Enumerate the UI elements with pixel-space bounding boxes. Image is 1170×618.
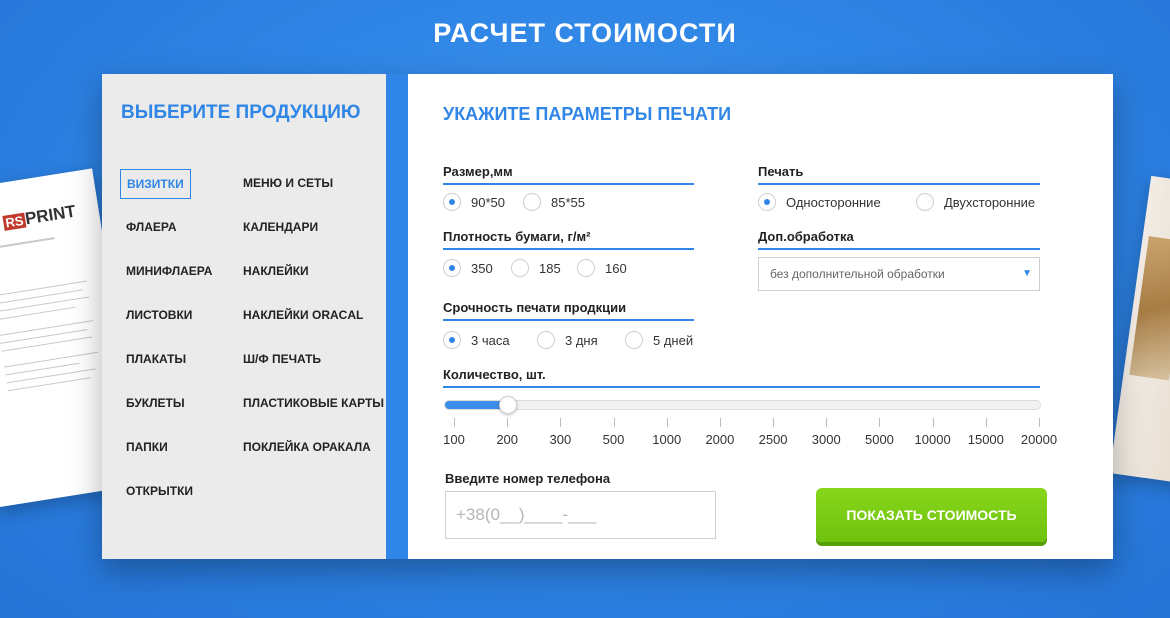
density-option-160[interactable]: 160 bbox=[577, 259, 627, 277]
print-logo: RSPRINT bbox=[2, 201, 78, 231]
decorative-paper-right bbox=[1109, 175, 1170, 485]
paper-text-line bbox=[0, 280, 87, 297]
urgency-option-3-days[interactable]: 3 дня bbox=[537, 331, 598, 349]
slider-tick-label: 1000 bbox=[652, 432, 682, 447]
print-parameters: УКАЖИТЕ ПАРАМЕТРЫ ПЕЧАТИ Размер,мм 90*50… bbox=[408, 74, 1113, 559]
slider-tick bbox=[826, 418, 828, 427]
slider-tick-label: 2000 bbox=[705, 432, 735, 447]
urgency-option-5-days[interactable]: 5 дней bbox=[625, 331, 693, 349]
product-item[interactable]: ПЛАСТИКОВЫЕ КАРТЫ bbox=[237, 389, 390, 417]
slider-tick bbox=[454, 418, 455, 427]
slider-handle[interactable] bbox=[499, 396, 518, 414]
print-option-double[interactable]: Двухсторонние bbox=[916, 193, 1035, 211]
quantity-slider[interactable] bbox=[444, 396, 1041, 414]
product-item[interactable]: МЕНЮ И СЕТЫ bbox=[237, 169, 339, 197]
radio-icon bbox=[443, 259, 461, 277]
slider-tick-label: 300 bbox=[549, 432, 572, 447]
radio-icon bbox=[511, 259, 529, 277]
product-item[interactable]: МИНИФЛАЕРА bbox=[120, 257, 218, 285]
density-option-185[interactable]: 185 bbox=[511, 259, 561, 277]
processing-selected-value: без дополнительной обработки bbox=[770, 267, 945, 281]
radio-icon bbox=[537, 331, 555, 349]
density-option-350[interactable]: 350 bbox=[443, 259, 493, 277]
radio-icon bbox=[577, 259, 595, 277]
slider-tick-label: 500 bbox=[602, 432, 625, 447]
radio-icon bbox=[758, 193, 776, 211]
product-item[interactable]: КАЛЕНДАРИ bbox=[237, 213, 324, 241]
urgency-option-3-hours[interactable]: 3 часа bbox=[443, 331, 510, 349]
urgency-label: Срочность печати продкции bbox=[443, 300, 694, 321]
product-item[interactable]: Ш/Ф ПЕЧАТЬ bbox=[237, 345, 327, 373]
slider-tick-label: 20000 bbox=[1020, 432, 1058, 447]
sidebar-title: ВЫБЕРИТЕ ПРОДУКЦИЮ bbox=[121, 102, 361, 123]
paper-text-line bbox=[0, 296, 90, 313]
paper-text-line bbox=[1, 336, 93, 352]
phone-input[interactable] bbox=[445, 491, 716, 539]
product-item[interactable]: ПОКЛЕЙКА ОРАКАЛА bbox=[237, 433, 377, 461]
calculator-panel: ВЫБЕРИТЕ ПРОДУКЦИЮ ВИЗИТКИ МЕНЮ И СЕТЫ ФЛА… bbox=[102, 74, 1113, 559]
product-item[interactable]: БУКЛЕТЫ bbox=[120, 389, 191, 417]
slider-tick-label: 200 bbox=[496, 432, 519, 447]
slider-tick bbox=[985, 418, 987, 427]
paper-photo bbox=[1129, 236, 1170, 381]
slider-tick bbox=[560, 418, 562, 427]
paper-text-line bbox=[0, 320, 93, 336]
slider-tick bbox=[932, 418, 934, 427]
slider-tick bbox=[666, 418, 668, 427]
slider-tick bbox=[879, 418, 881, 427]
paper-text-line bbox=[3, 351, 98, 368]
density-label: Плотность бумаги, г/м² bbox=[443, 229, 694, 250]
main-title: УКАЖИТЕ ПАРАМЕТРЫ ПЕЧАТИ bbox=[443, 104, 731, 124]
product-item[interactable]: ПАПКИ bbox=[120, 433, 174, 461]
size-label: Размер,мм bbox=[443, 164, 694, 185]
processing-select[interactable]: без дополнительной обработки ▼ bbox=[758, 257, 1040, 291]
processing-label: Доп.обработка bbox=[758, 229, 1040, 250]
slider-tick bbox=[1039, 418, 1040, 427]
size-option-90x50[interactable]: 90*50 bbox=[443, 193, 505, 211]
phone-label: Введите номер телефона bbox=[445, 471, 611, 486]
page-title: РАСЧЕТ СТОИМОСТИ bbox=[433, 18, 737, 48]
product-item[interactable]: ВИЗИТКИ bbox=[120, 169, 191, 199]
slider-tick bbox=[507, 418, 509, 427]
radio-icon bbox=[523, 193, 541, 211]
slider-tick-label: 2500 bbox=[758, 432, 788, 447]
caret-down-icon: ▼ bbox=[1022, 268, 1032, 279]
show-price-button[interactable]: ПОКАЗАТЬ СТОИМОСТЬ bbox=[816, 488, 1047, 542]
radio-icon bbox=[443, 193, 461, 211]
product-item[interactable]: ПЛАКАТЫ bbox=[120, 345, 192, 373]
print-label: Печать bbox=[758, 164, 1040, 185]
slider-tick bbox=[613, 418, 615, 427]
radio-icon bbox=[443, 331, 461, 349]
product-item[interactable]: ОТКРЫТКИ bbox=[120, 477, 199, 505]
paper-text-line bbox=[6, 368, 96, 384]
paper-text-line bbox=[0, 237, 55, 251]
radio-icon bbox=[625, 331, 643, 349]
slider-tick-label: 3000 bbox=[811, 432, 841, 447]
size-option-85x55[interactable]: 85*55 bbox=[523, 193, 585, 211]
product-item[interactable]: ЛИСТОВКИ bbox=[120, 301, 198, 329]
slider-tick-label: 10000 bbox=[914, 432, 951, 447]
product-item[interactable]: ФЛАЕРА bbox=[120, 213, 183, 241]
slider-tick bbox=[773, 418, 775, 427]
slider-tick bbox=[719, 418, 721, 427]
radio-icon bbox=[916, 193, 934, 211]
product-item[interactable]: НАКЛЕЙКИ bbox=[237, 257, 315, 285]
quantity-label: Количество, шт. bbox=[443, 367, 1040, 388]
slider-tick-label: 15000 bbox=[967, 432, 1004, 447]
print-option-single[interactable]: Односторонние bbox=[758, 193, 881, 211]
paper-text-line bbox=[0, 329, 88, 344]
slider-tick-label: 5000 bbox=[864, 432, 894, 447]
product-item[interactable]: НАКЛЕЙКИ ORACAL bbox=[237, 301, 369, 329]
slider-tick-label: 100 bbox=[443, 432, 465, 447]
product-sidebar: ВЫБЕРИТЕ ПРОДУКЦИЮ ВИЗИТКИ МЕНЮ И СЕТЫ ФЛА… bbox=[102, 74, 408, 559]
